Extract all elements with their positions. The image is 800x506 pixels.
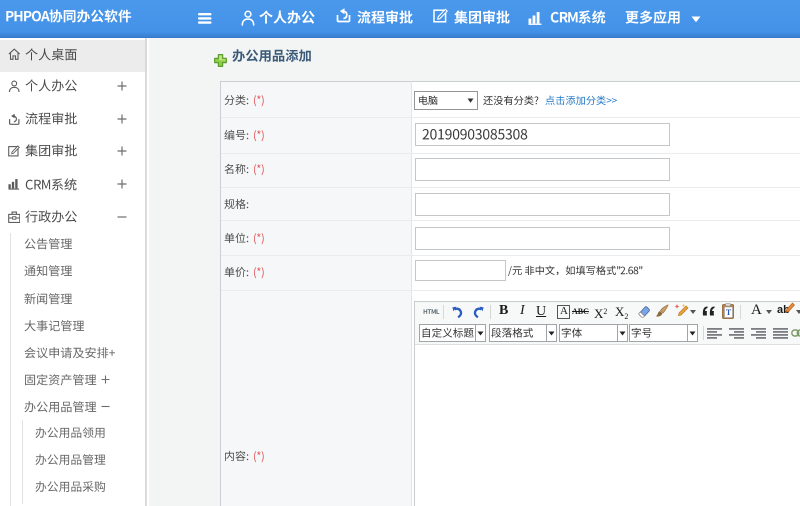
svg-text:T: T <box>726 308 732 317</box>
